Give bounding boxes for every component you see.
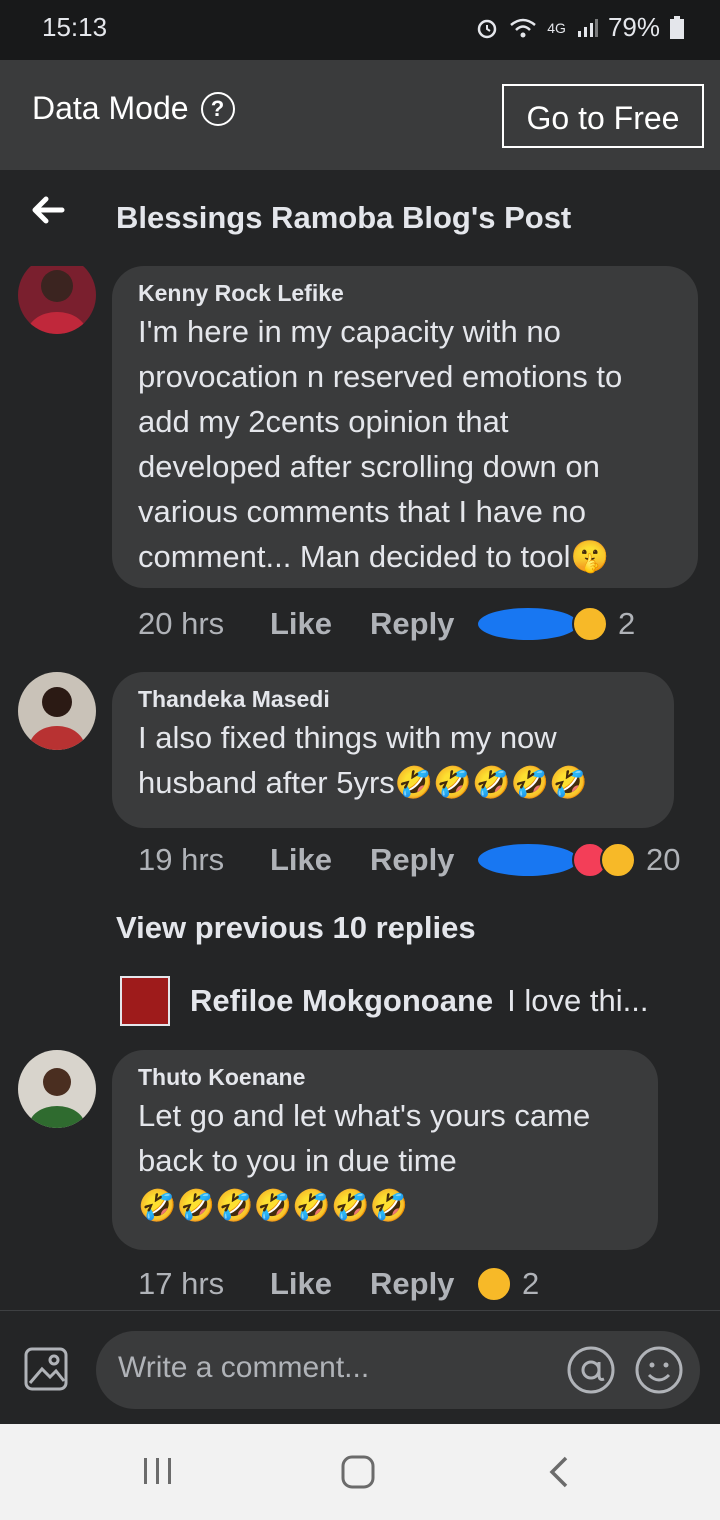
go-to-free-button[interactable]: Go to Free: [502, 84, 704, 148]
reply-preview-author[interactable]: Refiloe Mokgonoane: [190, 983, 493, 1019]
like-icon: [476, 606, 580, 642]
comment-author[interactable]: Thuto Koenane: [138, 1064, 634, 1091]
alarm-icon: [478, 19, 497, 38]
avatar[interactable]: [18, 672, 96, 750]
like-icon: [476, 842, 580, 878]
reactions[interactable]: [476, 842, 636, 878]
data-mode-label-group: Data Mode ?: [32, 90, 235, 127]
avatar[interactable]: [18, 1050, 96, 1128]
comments-list[interactable]: Kenny Rock Lefike I'm here in my capacit…: [0, 266, 720, 1310]
page-title: Blessings Ramoba Blog's Post: [116, 200, 572, 235]
like-button[interactable]: Like: [270, 606, 370, 642]
like-button[interactable]: Like: [270, 842, 370, 878]
comment-bubble[interactable]: Thuto Koenane Let go and let what's your…: [112, 1050, 658, 1250]
like-button[interactable]: Like: [270, 1266, 370, 1302]
status-bar: 15:13 4G 79%: [0, 0, 720, 60]
comment-input[interactable]: Write a comment...: [96, 1331, 700, 1409]
user-photo-icon: [29, 1068, 85, 1128]
emoji-icon[interactable]: [634, 1345, 684, 1395]
reply-button[interactable]: Reply: [370, 606, 476, 642]
wifi-icon: [510, 18, 537, 37]
reaction-count[interactable]: 2: [618, 606, 635, 642]
avatar[interactable]: [18, 266, 96, 334]
help-icon[interactable]: ?: [200, 91, 235, 126]
reply-preview[interactable]: Refiloe Mokgonoane I love thi...: [120, 976, 648, 1026]
reaction-count[interactable]: 2: [522, 1266, 539, 1302]
battery-icon: [670, 15, 684, 39]
reply-preview-text[interactable]: I love thi...: [507, 983, 648, 1019]
haha-icon: [476, 1266, 512, 1302]
reply-button[interactable]: Reply: [370, 842, 476, 878]
comment-composer: Write a comment...: [0, 1310, 720, 1425]
photo-icon[interactable]: [22, 1345, 70, 1393]
reaction-count[interactable]: 20: [646, 842, 680, 878]
haha-icon: [600, 842, 636, 878]
comment-actions: 17 hrs Like Reply 2: [138, 1266, 539, 1302]
comment-bubble[interactable]: Thandeka Masedi I also fixed things with…: [112, 672, 674, 828]
battery-percent: 79%: [607, 12, 660, 42]
haha-icon: [572, 606, 608, 642]
mention-icon[interactable]: [566, 1345, 616, 1395]
post-header: Blessings Ramoba Blog's Post: [0, 170, 720, 266]
view-previous-replies-link[interactable]: View previous 10 replies: [116, 910, 476, 946]
back-arrow-icon[interactable]: [28, 190, 68, 230]
user-photo-icon: [29, 687, 85, 750]
comment-time: 19 hrs: [138, 842, 225, 877]
reactions[interactable]: [476, 606, 608, 642]
comment-time: 20 hrs: [138, 606, 225, 641]
data-mode-label: Data Mode: [32, 90, 189, 126]
reply-button[interactable]: Reply: [370, 1266, 476, 1302]
avatar: [120, 976, 170, 1026]
comment-actions: 19 hrs Like Reply 20: [138, 842, 680, 878]
signal-icon: [577, 18, 598, 37]
back-icon[interactable]: [546, 1454, 574, 1490]
comment-text: I'm here in my capacity with no provocat…: [138, 314, 623, 574]
recent-apps-icon[interactable]: [140, 1456, 176, 1486]
comment-time: 17 hrs: [138, 1266, 225, 1301]
comment-text: I also fixed things with my now husband …: [138, 720, 588, 800]
status-icons: 4G 79%: [475, 12, 684, 43]
reactions[interactable]: [476, 1266, 512, 1302]
system-nav-bar: [0, 1424, 720, 1520]
comment-author[interactable]: Thandeka Masedi: [138, 686, 650, 713]
comment-actions: 20 hrs Like Reply 2: [138, 606, 635, 642]
status-time: 15:13: [42, 12, 108, 42]
comment-placeholder: Write a comment...: [118, 1351, 370, 1384]
comment-bubble[interactable]: Kenny Rock Lefike I'm here in my capacit…: [112, 266, 698, 588]
data-mode-bar: Data Mode ? Go to Free: [0, 60, 720, 170]
network-type: 4G: [547, 19, 566, 36]
user-photo-icon: [27, 270, 87, 334]
comment-text: Let go and let what's yours came back to…: [138, 1098, 591, 1223]
home-icon[interactable]: [340, 1454, 376, 1490]
comment-author[interactable]: Kenny Rock Lefike: [138, 280, 674, 307]
